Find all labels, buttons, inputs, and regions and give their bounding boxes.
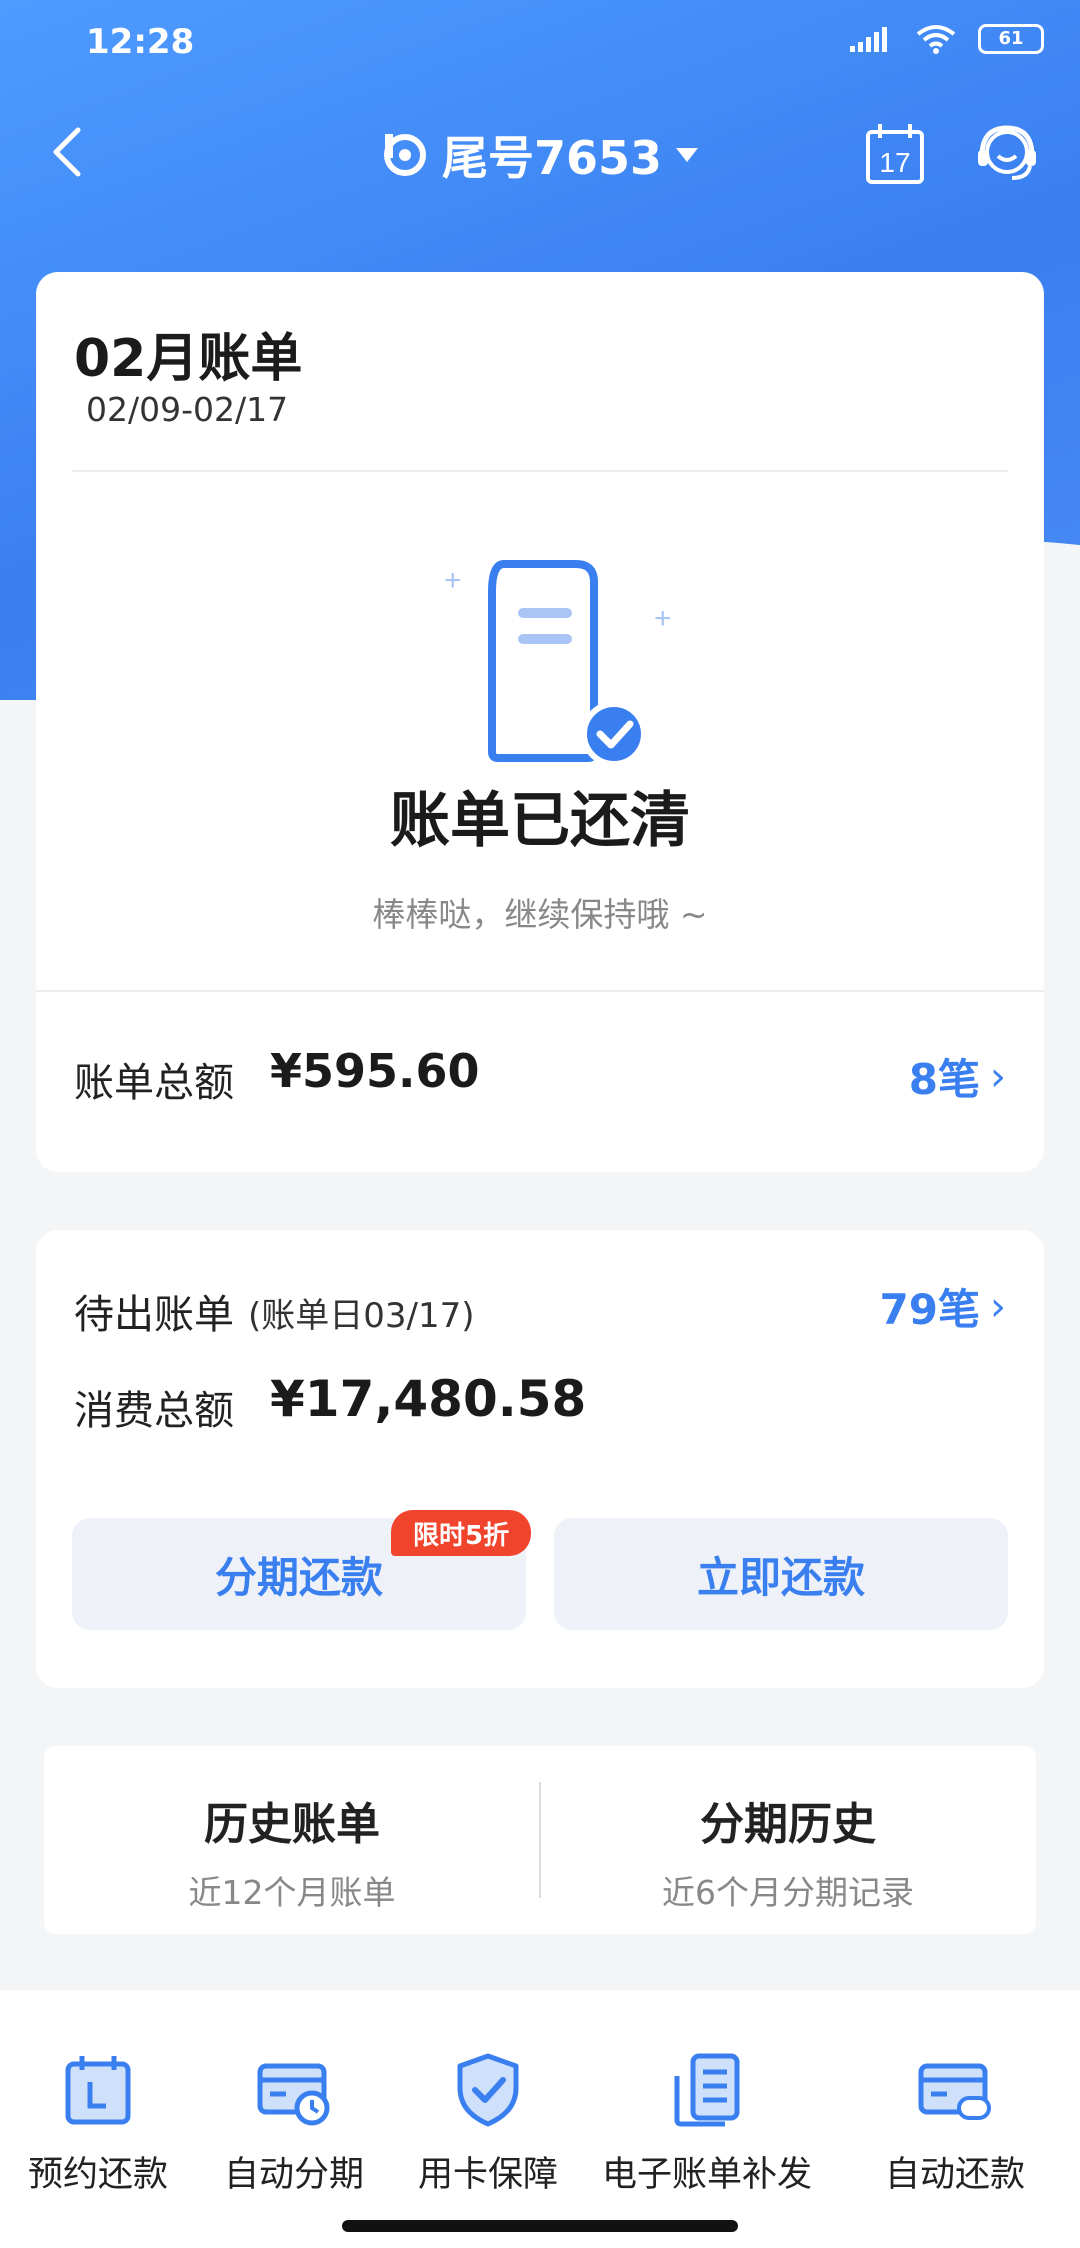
bill-total-label: 账单总额	[74, 1060, 234, 1106]
divider	[72, 470, 1008, 472]
installment-history-subtitle: 近6个月分期记录	[662, 1873, 914, 1912]
tool-label: 预约还款	[27, 2155, 168, 2195]
status-bar: 12:28 61	[0, 0, 1080, 90]
tool-label: 用卡保障	[417, 2155, 558, 2195]
wifi-icon	[916, 25, 956, 54]
chevron-right-icon: ›	[990, 1053, 1006, 1100]
pending-bill-label: 待出账单	[74, 1292, 234, 1338]
bill-transaction-count: 8笔	[908, 1055, 980, 1104]
svg-text:+: +	[444, 564, 462, 597]
pending-transactions-link[interactable]: 79笔 ›	[880, 1276, 1006, 1337]
shield-check-icon	[457, 2053, 519, 2127]
pending-bill-card: 待出账单 (账单日03/17) 79笔 › 消费总额 ¥17,480.58 分期…	[36, 1230, 1044, 1688]
battery-icon: 61	[978, 24, 1044, 54]
bill-history-subtitle: 近12个月账单	[188, 1873, 396, 1912]
svg-text:+: +	[654, 602, 672, 635]
installment-history-title: 分期历史	[700, 1799, 876, 1850]
tool-list: 预约还款 自动分期 用卡保障 电子账单补发 自动还款	[0, 2050, 1080, 2220]
tool-scheduled-repay[interactable]: 预约还款	[0, 2050, 196, 2220]
status-time: 12:28	[86, 22, 195, 62]
history-card: 历史账单 近12个月账单 分期历史 近6个月分期记录	[44, 1746, 1036, 1934]
calendar-icon[interactable]: 17	[860, 118, 930, 188]
tool-ebill-reissue[interactable]: 电子账单补发	[584, 2050, 830, 2220]
installment-history-entry[interactable]: 分期历史 近6个月分期记录	[540, 1746, 1036, 1934]
pending-bill-date-note: (账单日03/17)	[248, 1296, 475, 1336]
dropdown-triangle-icon	[676, 148, 699, 162]
bill-card: 02月账单 02/09-02/17 + + 账单已还清 棒棒哒，继续保持哦 ~ …	[36, 272, 1044, 1172]
consumption-total-amount: ¥17,480.58	[270, 1370, 587, 1428]
signal-icon	[850, 27, 887, 52]
bill-paid-document-icon: + +	[444, 560, 672, 767]
tool-label: 自动分期	[223, 2155, 364, 2195]
bill-date-range: 02/09-02/17	[86, 390, 289, 429]
pending-transaction-count: 79笔	[879, 1285, 980, 1334]
tool-label: 电子账单补发	[601, 2155, 812, 2195]
divider	[36, 990, 1044, 992]
bill-total-amount: ¥595.60	[270, 1044, 480, 1098]
bank-logo-icon	[383, 134, 426, 176]
tool-auto-installment[interactable]: 自动分期	[196, 2050, 392, 2220]
home-indicator[interactable]	[342, 2220, 738, 2232]
bill-history-entry[interactable]: 历史账单 近12个月账单	[44, 1746, 540, 1934]
card-repeat-icon	[918, 2063, 991, 2120]
status-icons: 61	[850, 24, 1044, 54]
app-header: 尾号7653 17	[0, 100, 1080, 210]
e-bill-icon	[674, 2053, 740, 2127]
tool-label: 自动还款	[884, 2155, 1025, 2195]
chevron-right-icon: ›	[990, 1283, 1006, 1330]
customer-service-icon[interactable]	[972, 118, 1042, 188]
consumption-total-label: 消费总额	[74, 1388, 234, 1434]
bill-title: 02月账单	[74, 329, 303, 389]
repay-now-button[interactable]: 立即还款	[554, 1518, 1008, 1630]
bill-history-title: 历史账单	[204, 1799, 380, 1850]
paid-status-subtitle: 棒棒哒，继续保持哦 ~	[372, 895, 708, 934]
tool-auto-repay[interactable]: 自动还款	[830, 2050, 1080, 2220]
card-clock-icon	[257, 2063, 330, 2126]
bottom-toolbar: 预约还款 自动分期 用卡保障 电子账单补发 自动还款	[0, 1990, 1080, 2248]
tool-card-protection[interactable]: 用卡保障	[392, 2050, 584, 2220]
calendar-icon	[65, 2056, 131, 2125]
bill-transactions-link[interactable]: 8笔 ›	[909, 1046, 1006, 1107]
promo-badge: 限时5折	[391, 1510, 532, 1556]
paid-status-title: 账单已还清	[390, 786, 690, 856]
card-title: 尾号7653	[441, 131, 663, 185]
calendar-day-text: 17	[879, 147, 910, 178]
